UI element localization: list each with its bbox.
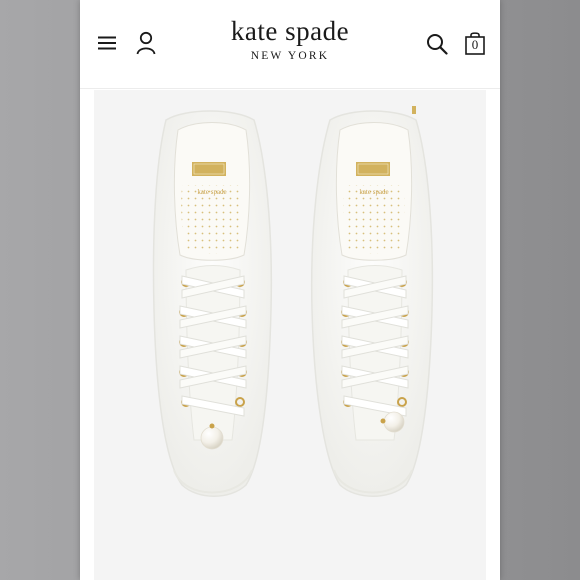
menu-button[interactable]: [94, 30, 120, 56]
bag-count: 0: [471, 37, 479, 52]
shopping-bag-button[interactable]: 0: [462, 28, 488, 58]
screenshot-frame: kate spade NEW YORK 0 kate spade kate sp…: [0, 0, 580, 580]
left-sneaker: kate spade: [152, 110, 273, 497]
brand-logo[interactable]: kate spade NEW YORK: [190, 16, 390, 64]
account-icon: [136, 31, 156, 55]
product-image[interactable]: kate spade kate spade: [94, 90, 486, 580]
svg-text:kate spade: kate spade: [197, 188, 226, 196]
app-screen: kate spade NEW YORK 0 kate spade kate sp…: [80, 0, 500, 580]
right-pearl-charm: [383, 411, 405, 433]
right-sneaker: kate spade: [310, 106, 434, 497]
sneakers-illustration: kate spade kate spade: [152, 106, 434, 497]
site-header: kate spade NEW YORK 0: [80, 0, 500, 89]
brand-name: kate spade: [230, 16, 350, 46]
svg-text:kate spade: kate spade: [359, 188, 388, 196]
account-button[interactable]: [132, 28, 160, 58]
menu-icon: [98, 36, 116, 50]
left-pearl-charm: [200, 426, 224, 450]
search-button[interactable]: [424, 31, 450, 57]
brand-subtitle: NEW YORK: [250, 50, 330, 62]
search-icon: [427, 34, 448, 55]
